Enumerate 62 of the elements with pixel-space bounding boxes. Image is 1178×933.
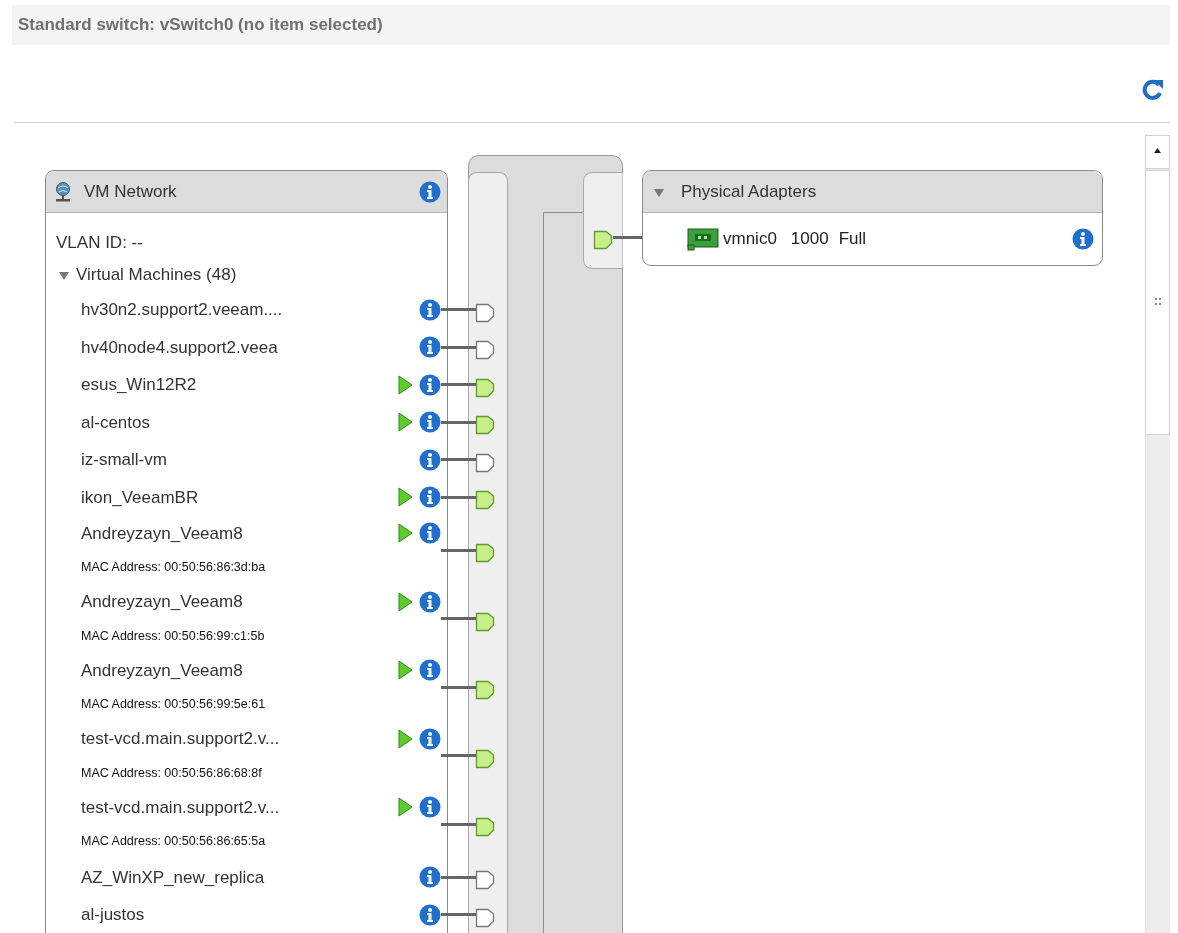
adapter-name[interactable]: vmnic0 [723, 226, 777, 252]
info-icon[interactable] [419, 522, 441, 545]
connector-line [441, 383, 477, 387]
connector-line [441, 495, 477, 499]
connector-line [441, 308, 477, 312]
refresh-icon[interactable] [1142, 77, 1164, 100]
info-icon[interactable] [419, 411, 441, 434]
vm-name[interactable]: Andreyzayn_Veeam8 [81, 520, 391, 546]
adapter-duplex: Full [838, 228, 868, 251]
vm-name[interactable]: esus_Win12R2 [81, 372, 391, 398]
info-icon[interactable] [419, 903, 441, 926]
vlan-id: VLAN ID: -- [56, 232, 143, 255]
info-icon[interactable] [419, 486, 441, 509]
info-icon[interactable] [419, 659, 441, 682]
network-card-icon [687, 227, 719, 251]
info-icon[interactable] [419, 590, 441, 613]
vm-name[interactable]: ikon_VeeamBR [81, 484, 391, 510]
vm-name[interactable]: Andreyzayn_Veeam8 [81, 657, 391, 683]
connector-line [441, 685, 477, 689]
vm-name[interactable]: Andreyzayn_Veeam8 [81, 589, 391, 615]
info-icon[interactable] [419, 727, 441, 750]
connector-line [441, 875, 477, 879]
info-icon[interactable] [1072, 228, 1094, 250]
vm-name[interactable]: test-vcd.main.support2.v... [81, 794, 391, 820]
port-group-name: VM Network [84, 180, 178, 203]
connector-line [441, 617, 477, 621]
info-icon[interactable] [419, 180, 441, 203]
vm-name[interactable]: hv30n2.support2.veeam.... [81, 297, 391, 323]
info-icon[interactable] [419, 448, 441, 471]
vm-name[interactable]: test-vcd.main.support2.v... [81, 726, 391, 752]
connector-line [441, 345, 477, 349]
section-label: Physical Adapters [681, 180, 817, 203]
connector-line [441, 420, 477, 424]
adapter-speed: 1000 [790, 228, 829, 251]
info-icon[interactable] [419, 336, 441, 359]
vm-name[interactable]: iz-small-vm [81, 447, 391, 473]
info-icon[interactable] [419, 866, 441, 889]
mac-address: MAC Address: 00:50:56:86:65:5a [81, 833, 266, 851]
switch-title: Standard switch: vSwitch0 (no item selected) [18, 14, 383, 37]
vm-name[interactable]: al-justos [81, 902, 391, 928]
connector-line [441, 913, 477, 917]
up-arrow-icon [1154, 148, 1161, 153]
section-label: Virtual Machines (48) [76, 264, 237, 287]
mac-address: MAC Address: 00:50:56:99:c1:5b [81, 627, 265, 645]
connector-line [613, 236, 643, 239]
connector-line [441, 458, 477, 462]
scrollbar-thumb[interactable] [1145, 170, 1170, 435]
connector-line [441, 754, 477, 758]
scroll-up-button[interactable] [1145, 135, 1170, 169]
mac-address: MAC Address: 00:50:56:99:5e:61 [81, 696, 266, 714]
info-icon[interactable] [419, 796, 441, 819]
info-icon[interactable] [419, 298, 441, 321]
port-icon [593, 229, 613, 250]
connector-line [441, 822, 477, 826]
vm-name[interactable]: AZ_WinXP_new_replica [81, 864, 391, 890]
info-icon[interactable] [419, 373, 441, 396]
vm-name[interactable]: hv40node4.support2.veea [81, 334, 391, 360]
mac-address: MAC Address: 00:50:56:86:3d:ba [81, 559, 266, 577]
connector-line [441, 548, 477, 552]
mac-address: MAC Address: 00:50:56:86:68:8f [81, 764, 262, 782]
vm-name[interactable]: al-centos [81, 409, 391, 435]
expand-icon[interactable] [58, 269, 70, 281]
